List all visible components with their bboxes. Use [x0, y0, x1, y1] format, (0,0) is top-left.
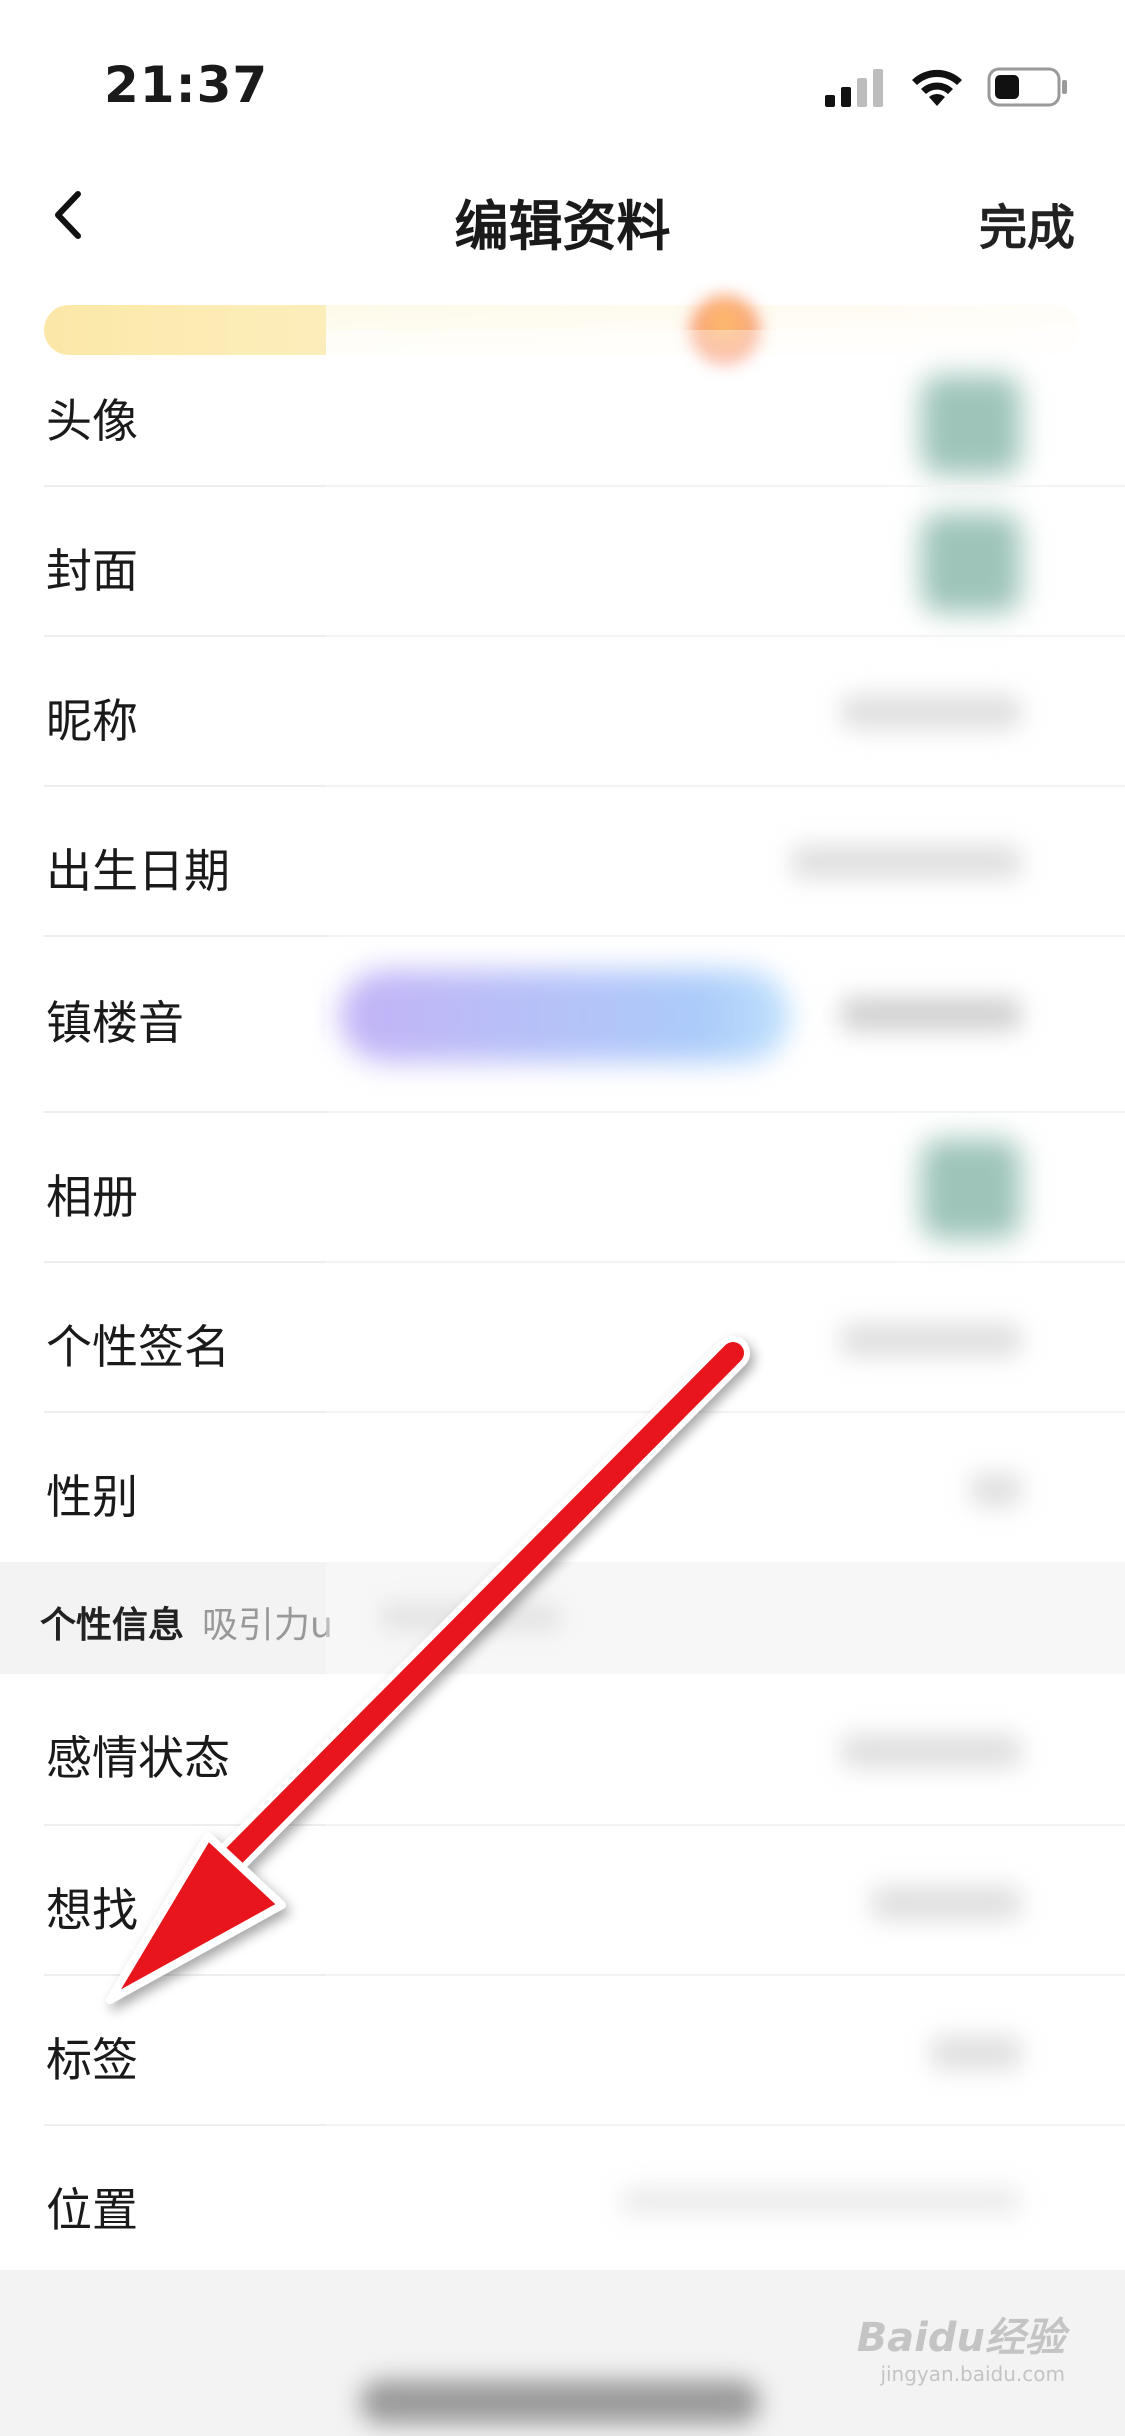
page-title: 编辑资料: [454, 195, 671, 258]
nickname-value: [841, 695, 1021, 729]
location-value: [621, 2188, 1021, 2214]
row-relationship[interactable]: 感情状态: [0, 1674, 1125, 1824]
row-gender[interactable]: 性别: [0, 1413, 1125, 1562]
row-tags[interactable]: 标签: [0, 1976, 1125, 2124]
relationship-value: [841, 1734, 1021, 1768]
section-title: 个性信息: [40, 1605, 185, 1646]
voice-play-pill[interactable]: [340, 970, 790, 1062]
battery-icon: [987, 67, 1067, 107]
row-looking-for[interactable]: 想找: [0, 1826, 1125, 1974]
row-label: 镇楼音: [46, 996, 184, 1050]
row-album[interactable]: 相册: [0, 1113, 1125, 1261]
wifi-icon: [912, 69, 962, 106]
bottom-blur-bar: [360, 2380, 760, 2424]
row-cover[interactable]: 封面: [0, 487, 1125, 635]
row-avatar[interactable]: 头像: [0, 355, 1125, 485]
looking-for-value: [871, 1886, 1021, 1920]
tags-value: [931, 2036, 1021, 2070]
status-time: 21:37: [104, 56, 269, 114]
row-birthday[interactable]: 出生日期: [0, 787, 1125, 935]
row-label: 性别: [46, 1470, 138, 1524]
watermark-url: jingyan.baidu.com: [880, 2362, 1065, 2386]
watermark-logo: Baidu经验: [856, 2315, 1065, 2361]
status-icons: [823, 62, 1069, 112]
done-button[interactable]: 完成: [979, 188, 1075, 258]
avatar-thumbnail: [921, 375, 1021, 475]
row-label: 封面: [46, 544, 138, 598]
row-label: 头像: [46, 394, 138, 448]
row-label: 位置: [46, 2183, 138, 2237]
section-header: 个性信息 吸引力u: [0, 1562, 1125, 1674]
gender-value: [971, 1473, 1021, 1507]
section-subtitle-blur: [380, 1602, 560, 1632]
row-label: 出生日期: [46, 844, 230, 898]
status-bar: 21:37: [0, 0, 1125, 170]
section-subtitle: 吸引力u: [202, 1605, 333, 1646]
row-label: 想找: [46, 1883, 138, 1937]
row-label: 标签: [46, 2033, 138, 2087]
signature-value: [841, 1323, 1021, 1357]
row-label: 相册: [46, 1170, 138, 1224]
birthday-value: [791, 845, 1021, 879]
row-nickname[interactable]: 昵称: [0, 637, 1125, 785]
row-location[interactable]: 位置: [0, 2126, 1125, 2272]
row-label: 昵称: [46, 694, 138, 748]
row-label: 个性签名: [46, 1320, 230, 1374]
row-signature[interactable]: 个性签名: [0, 1263, 1125, 1411]
theme-song-value: [841, 997, 1021, 1031]
row-label: 感情状态: [46, 1731, 230, 1785]
cellular-signal-icon: [825, 69, 883, 107]
cover-thumbnail: [921, 513, 1021, 613]
nav-bar: 编辑资料 完成: [0, 160, 1125, 270]
album-thumbnail: [921, 1139, 1021, 1239]
